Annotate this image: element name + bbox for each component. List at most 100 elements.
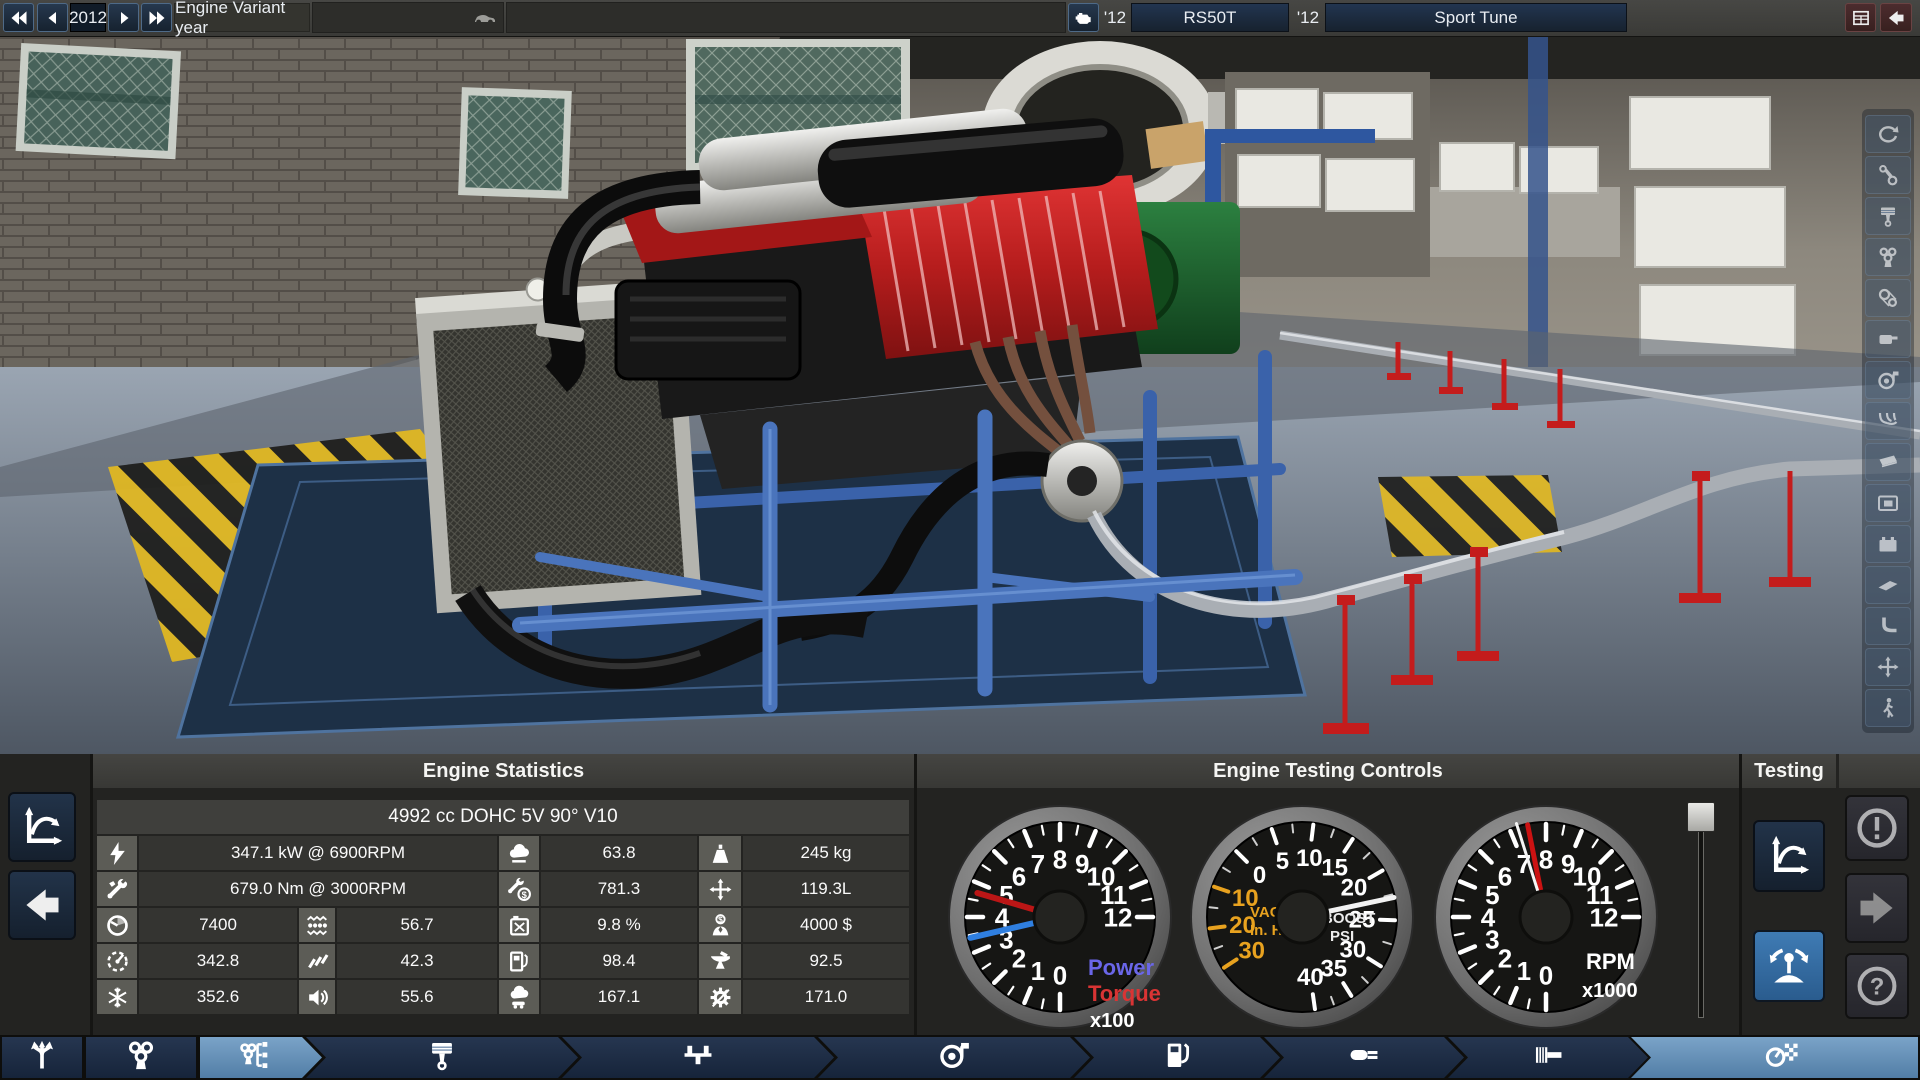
svg-text:x1000: x1000	[1582, 980, 1638, 1002]
stat-smoothness: 42.3	[337, 944, 497, 978]
stat-production-units: 92.5	[743, 944, 909, 978]
boost-vacuum-gauge: 3020100510152025303540VACIn. HgBOOSTPSI	[1187, 802, 1417, 1032]
material-cost-icon	[699, 908, 741, 942]
engine-year-badge: '12	[1100, 3, 1130, 32]
variant-name-button[interactable]: Sport Tune	[1325, 3, 1627, 32]
valve-cover-icon	[1876, 450, 1900, 474]
pipe-boot-icon	[1876, 614, 1900, 638]
toolbar-walk-button[interactable]	[1865, 689, 1911, 727]
toolbar-conrod-button[interactable]	[1865, 156, 1911, 194]
stat-weight: 245 kg	[743, 836, 909, 870]
emissions-icon	[499, 980, 539, 1014]
toolbar-camera-rotate-button[interactable]	[1865, 115, 1911, 153]
pulley-icon	[1876, 286, 1900, 310]
toolbar-valve-cover-button[interactable]	[1865, 443, 1911, 481]
toolbar-turbo-button[interactable]	[1865, 361, 1911, 399]
svg-text:6: 6	[1498, 861, 1512, 891]
year-last-button[interactable]	[141, 3, 172, 32]
svg-text:1: 1	[1031, 956, 1045, 986]
svg-text:12: 12	[1590, 902, 1619, 932]
camera-rotate-icon	[1876, 122, 1900, 146]
svg-text:2: 2	[1012, 943, 1026, 973]
back-to-design-button[interactable]	[8, 870, 76, 940]
turbo-icon	[1876, 368, 1900, 392]
stat-engineering-time: 171.0	[743, 980, 909, 1014]
app-window: 2012 Engine Variant year '12 RS50T '12 S…	[0, 0, 1920, 1080]
battery-icon	[1876, 532, 1900, 556]
exhaust-icon	[1347, 1038, 1381, 1072]
engine-button[interactable]	[1068, 3, 1099, 32]
svg-text:1: 1	[1517, 956, 1531, 986]
engine-stress-icon	[299, 908, 335, 942]
summary-button[interactable]	[1845, 3, 1876, 32]
throttle-slider[interactable]	[1687, 802, 1713, 1020]
svg-text:8: 8	[1053, 844, 1067, 874]
left-arrow-icon	[44, 9, 62, 27]
toolbar-pulley-button[interactable]	[1865, 279, 1911, 317]
year-first-button[interactable]	[3, 3, 34, 32]
stat-responsiveness: 342.8	[139, 944, 297, 978]
year-prev-button[interactable]	[37, 3, 68, 32]
stat-torque: 679.0 Nm @ 3000RPM	[139, 872, 497, 906]
dyno-curves-button[interactable]	[1753, 820, 1825, 892]
dyno-control-button[interactable]	[1753, 930, 1825, 1002]
tab-engine-selector[interactable]	[2, 1037, 82, 1078]
toolbar-battery-button[interactable]	[1865, 525, 1911, 563]
tab-fuel-system[interactable]	[1074, 1037, 1280, 1078]
power-torque-gauge: 0123456789101112PowerTorquex100	[945, 802, 1175, 1032]
walk-person-icon	[1876, 696, 1900, 720]
throttle-slider-handle[interactable]	[1687, 802, 1715, 832]
viewport-side-toolbar	[1862, 109, 1914, 733]
help-button[interactable]	[1845, 953, 1909, 1019]
trim-segment	[506, 2, 1066, 33]
stat-loudness: 55.6	[337, 980, 497, 1014]
tab-top-end[interactable]	[562, 1037, 834, 1078]
toolbar-piston-button[interactable]	[1865, 197, 1911, 235]
bottom-tab-bar	[0, 1035, 1920, 1080]
stat-octane: 98.4	[541, 944, 697, 978]
move-icon	[1876, 655, 1900, 679]
tab-exhaust[interactable]	[1264, 1037, 1464, 1078]
engine-family-button[interactable]: RS50T	[1131, 3, 1289, 32]
conrod-icon	[1876, 163, 1900, 187]
dyno-control-icon	[1767, 944, 1811, 988]
tab-finish[interactable]	[1448, 1037, 1648, 1078]
dyno-graph-button[interactable]	[8, 792, 76, 862]
turbo-icon	[937, 1038, 971, 1072]
svg-text:Power: Power	[1088, 955, 1154, 980]
crankshaft-icon	[681, 1038, 715, 1072]
stat-size: 119.3L	[743, 872, 909, 906]
tab-aspiration[interactable]	[818, 1037, 1090, 1078]
toolbar-engine-bay-button[interactable]	[1865, 484, 1911, 522]
back-button[interactable]	[1880, 3, 1912, 32]
tab-bottom-end[interactable]	[306, 1037, 578, 1078]
loudness-icon	[299, 980, 335, 1014]
engine-icon	[1074, 8, 1094, 28]
svg-text:40: 40	[1297, 964, 1324, 991]
toolbar-move-button[interactable]	[1865, 648, 1911, 686]
next-button[interactable]	[1845, 873, 1909, 943]
svg-text:35: 35	[1320, 956, 1347, 983]
toolbar-engine-block-button[interactable]	[1865, 238, 1911, 276]
stat-emissions: 167.1	[541, 980, 697, 1014]
toolbar-pipe-boot-button[interactable]	[1865, 607, 1911, 645]
toolbar-headers-button[interactable]	[1865, 402, 1911, 440]
toolbar-airbox-button[interactable]	[1865, 320, 1911, 358]
year-nav-label: Engine Variant year	[174, 3, 310, 32]
warning-button[interactable]	[1845, 795, 1909, 861]
production-units-icon	[699, 944, 741, 978]
year-next-button[interactable]	[108, 3, 139, 32]
tab-testing[interactable]	[1631, 1037, 1918, 1078]
svg-text:20: 20	[1341, 875, 1368, 902]
car-model-segment	[312, 2, 504, 33]
back-arrow-icon	[20, 883, 64, 927]
engine-test-viewport[interactable]: DANGER	[0, 37, 1920, 754]
throttle-slider-track[interactable]	[1698, 806, 1704, 1018]
tab-engine-family[interactable]	[86, 1037, 196, 1078]
toolbar-body-panel-button[interactable]	[1865, 566, 1911, 604]
back-arrow-icon	[1886, 8, 1906, 28]
airbox-icon	[1876, 327, 1900, 351]
body-panel-icon	[1876, 573, 1900, 597]
tab-engine-variant[interactable]	[200, 1037, 322, 1078]
piston-icon	[425, 1038, 459, 1072]
